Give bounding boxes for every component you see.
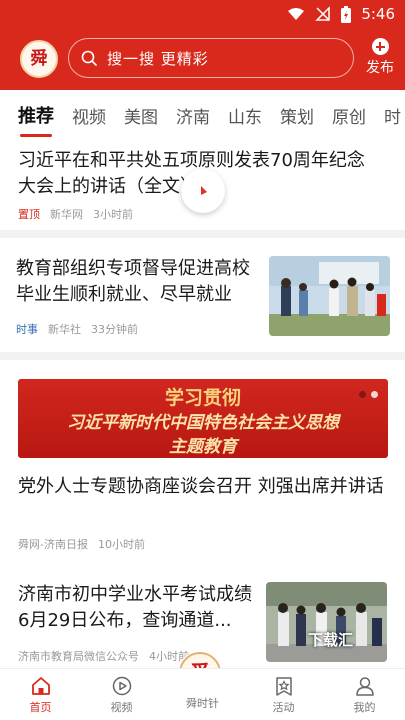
banner-line2: 习近平新时代中国特色社会主义思想 xyxy=(67,413,339,433)
carousel-dot-active xyxy=(371,391,378,398)
article-meta: 舜网-济南日报 10小时前 xyxy=(18,536,145,552)
video-play-icon xyxy=(112,676,131,696)
article-title: 教育部组织专项督导促进高校毕业生顺利就业、尽早就业 xyxy=(16,258,250,305)
search-bar[interactable]: 搜一搜 更精彩 xyxy=(68,38,354,78)
nav-label: 我的 xyxy=(353,701,376,714)
bottom-navigation: 首页 视频 舜时针 活动 我的 xyxy=(0,668,405,720)
carousel-dots xyxy=(359,391,378,398)
article-meta: 济南市教育局微信公众号 4小时前 xyxy=(18,648,189,664)
status-bar: 5:46 xyxy=(0,0,405,28)
nav-label: 舜时针 xyxy=(186,697,219,710)
nav-activity[interactable]: 活动 xyxy=(243,669,324,720)
article-source: 新华网 xyxy=(50,208,83,221)
profile-icon xyxy=(355,677,374,696)
article-title: 济南市初中学业水平考试成绩6月29日公布，查询通道... xyxy=(18,584,252,631)
article-time: 10小时前 xyxy=(97,538,145,551)
app-logo[interactable]: 舜 xyxy=(20,40,58,78)
plus-circle-icon xyxy=(371,38,389,55)
nav-video[interactable]: 视频 xyxy=(81,669,162,720)
theme-banner[interactable]: 学习贯彻 习近平新时代中国特色社会主义思想 主题教育 xyxy=(18,379,388,458)
tab-original[interactable]: 原创 xyxy=(332,103,366,128)
divider xyxy=(0,230,405,238)
article-meta: 时事 新华社 33分钟前 xyxy=(16,321,138,337)
article-source: 济南市教育局微信公众号 xyxy=(18,650,139,663)
nav-home[interactable]: 首页 xyxy=(0,669,81,720)
graduates-photo xyxy=(269,256,390,336)
tab-shandong[interactable]: 山东 xyxy=(228,103,262,128)
article-thumbnail: 下载汇 xyxy=(266,582,387,662)
app-header: 5:46 舜 搜一搜 更精彩 发布 xyxy=(0,0,405,90)
article-card[interactable]: 党外人士专题协商座谈会召开 刘强出席并讲话 舜网-济南日报 10小时前 xyxy=(0,470,405,554)
tab-features[interactable]: 策划 xyxy=(280,103,314,128)
red-flag-icon xyxy=(201,186,207,195)
article-meta: 置顶 新华网 3小时前 xyxy=(18,206,133,222)
nav-label: 活动 xyxy=(272,701,295,714)
status-time: 5:46 xyxy=(361,5,395,23)
students-photo xyxy=(266,582,387,662)
search-placeholder: 搜一搜 更精彩 xyxy=(107,49,209,68)
watermark-overlay: 下载汇 xyxy=(307,631,353,649)
wifi-icon xyxy=(288,8,305,20)
activity-star-icon xyxy=(275,677,292,696)
article-title: 党外人士专题协商座谈会召开 刘强出席并讲话 xyxy=(18,476,384,497)
banner-line3: 主题教育 xyxy=(169,437,237,457)
article-card[interactable]: 教育部组织专项督导促进高校毕业生顺利就业、尽早就业 时事 新华社 33分钟前 xyxy=(0,238,405,344)
channel-tabs: 推荐 视频 美图 济南 山东 策划 原创 时 xyxy=(0,90,405,140)
carousel-dot xyxy=(359,391,366,398)
no-signal-icon xyxy=(315,6,331,21)
pinned-badge: 置顶 xyxy=(18,208,40,221)
article-time: 33分钟前 xyxy=(91,323,138,336)
nav-profile[interactable]: 我的 xyxy=(324,669,405,720)
tab-recommend[interactable]: 推荐 xyxy=(18,102,54,137)
tab-photos[interactable]: 美图 xyxy=(124,103,158,128)
home-icon xyxy=(31,677,50,695)
article-thumbnail xyxy=(269,256,390,336)
logo-text: 舜 xyxy=(30,48,48,69)
article-time: 3小时前 xyxy=(93,208,133,221)
search-icon xyxy=(81,50,97,66)
nav-label: 首页 xyxy=(29,701,52,714)
battery-icon xyxy=(341,5,352,23)
publish-label: 发布 xyxy=(366,60,394,76)
tab-video[interactable]: 视频 xyxy=(72,103,106,128)
article-source: 新华社 xyxy=(48,323,81,336)
status-icons: 5:46 xyxy=(287,4,395,24)
nav-shunshizhen[interactable]: 舜时针 xyxy=(162,669,243,720)
tab-jinan[interactable]: 济南 xyxy=(176,103,210,128)
nav-label: 视频 xyxy=(110,701,133,714)
divider xyxy=(0,352,405,360)
floating-refresh-button[interactable] xyxy=(181,169,225,213)
publish-button[interactable]: 发布 xyxy=(362,38,398,82)
tab-more[interactable]: 时 xyxy=(384,103,401,128)
article-source: 舜网-济南日报 xyxy=(18,538,88,551)
category-badge: 时事 xyxy=(16,323,38,336)
banner-line1: 学习贯彻 xyxy=(164,387,241,409)
